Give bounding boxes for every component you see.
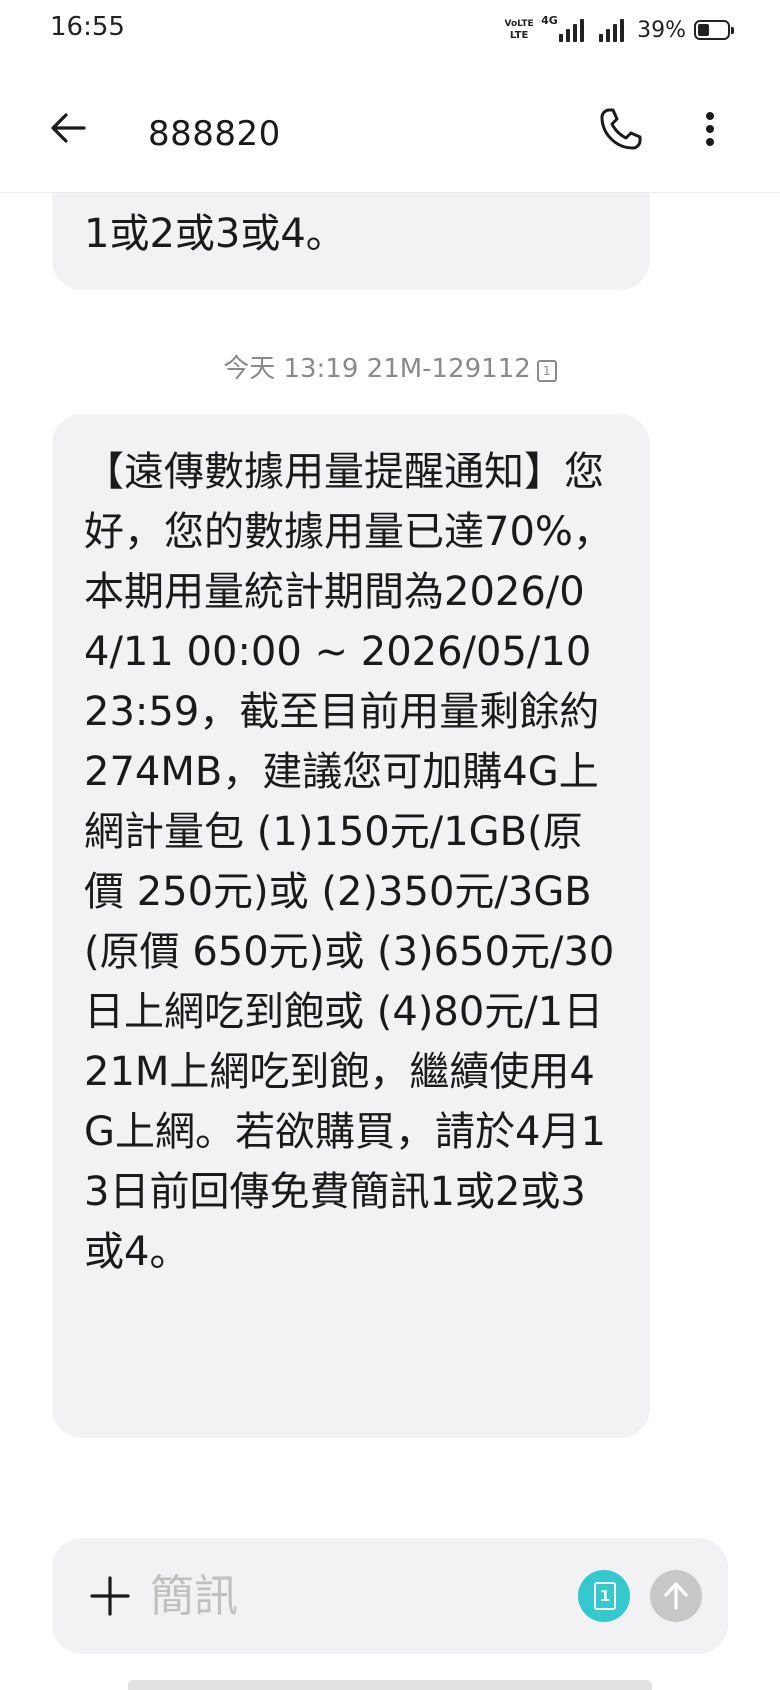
sim-card-icon: 1 xyxy=(594,1582,616,1610)
plus-icon xyxy=(90,1576,130,1616)
signal-4g-icon: 4G xyxy=(541,14,589,44)
status-time: 16:55 xyxy=(50,12,125,42)
volte-label: VoLTE xyxy=(504,19,534,29)
message-text: 【遠傳數據用量提醒通知】您好，您的數據用量已達70%，本期用量統計期間為2026… xyxy=(84,449,615,1275)
battery-fill xyxy=(698,24,709,36)
gesture-bar xyxy=(128,1680,652,1690)
volte-icon: VoLTE LTE xyxy=(504,19,534,41)
message-composer: 1 xyxy=(52,1538,728,1654)
back-button[interactable] xyxy=(44,104,92,152)
call-button[interactable] xyxy=(596,104,646,154)
sim-card-icon: 1 xyxy=(536,360,557,382)
status-bar: 16:55 VoLTE LTE 4G 39% xyxy=(0,0,780,62)
sim-select-button[interactable]: 1 xyxy=(578,1570,630,1622)
attach-button[interactable] xyxy=(82,1568,138,1624)
battery-percent: 39% xyxy=(637,17,686,43)
status-indicators: VoLTE LTE 4G 39% xyxy=(504,14,734,46)
battery-icon xyxy=(694,20,734,40)
message-input[interactable] xyxy=(150,1566,530,1626)
arrow-up-icon xyxy=(664,1582,688,1610)
conversation-header: 888820 xyxy=(0,62,780,193)
message-bubble[interactable]: 【遠傳數據用量提醒通知】您好，您的數據用量已達70%，本期用量統計期間為2026… xyxy=(52,414,650,1438)
send-button[interactable] xyxy=(650,1570,702,1622)
contact-title: 888820 xyxy=(148,114,281,154)
network-type-label: 4G xyxy=(541,14,558,27)
more-vertical-icon xyxy=(706,112,714,146)
message-bubble-previous[interactable]: 前回傳免費簡訊 1或2或3或4。 xyxy=(52,192,650,290)
phone-icon xyxy=(600,108,642,150)
lte-label: LTE xyxy=(509,30,529,41)
more-options-button[interactable] xyxy=(690,104,730,154)
message-time: 今天 13:19 xyxy=(223,354,359,384)
signal-strength-icon xyxy=(597,16,629,44)
message-meta: 今天 13:19 21M-129112 1 xyxy=(0,348,780,385)
message-sender-id: 21M-129112 xyxy=(366,354,531,384)
conversation-thread[interactable]: 前回傳免費簡訊 1或2或3或4。 今天 13:19 21M-1291121 【遠… xyxy=(0,192,780,1530)
back-arrow-icon xyxy=(51,113,86,143)
message-text: 前回傳免費簡訊 1或2或3或4。 xyxy=(84,192,364,257)
